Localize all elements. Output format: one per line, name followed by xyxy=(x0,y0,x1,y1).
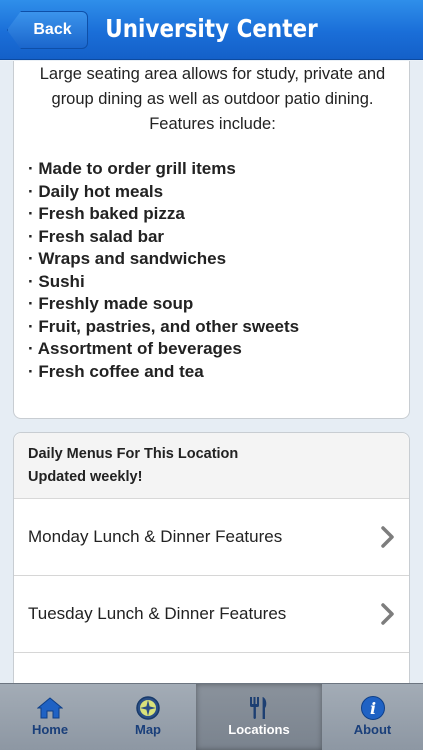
navigation-bar: Back University Center xyxy=(0,0,423,60)
svg-text:i: i xyxy=(369,699,375,718)
tab-map[interactable]: Map xyxy=(100,684,196,750)
feature-item: · Fruit, pastries, and other sweets xyxy=(28,316,300,336)
feature-item: · Freshly made soup xyxy=(28,294,194,313)
feature-item: · Made to order grill items xyxy=(28,159,236,178)
daily-menus-subtitle: Updated weekly! xyxy=(28,469,143,485)
daily-menus-card: Daily Menus For This Location Updated we… xyxy=(13,432,410,683)
tab-label: Map xyxy=(135,722,161,737)
tab-label: About xyxy=(353,722,392,737)
feature-item: · Fresh salad bar xyxy=(28,226,165,246)
scroll-content[interactable]: Large seating area allows for study, pri… xyxy=(0,61,423,683)
info-icon: i xyxy=(360,696,386,720)
daily-menus-header: Daily Menus For This Location Updated we… xyxy=(14,433,409,499)
feature-item: · Wraps and sandwiches xyxy=(28,249,227,268)
tab-label: Locations xyxy=(228,722,290,737)
menu-row-partial[interactable] xyxy=(14,653,409,683)
tab-locations[interactable]: Locations xyxy=(196,684,322,750)
menu-row-label: Monday Lunch & Dinner Features xyxy=(28,527,283,546)
home-icon xyxy=(37,696,63,720)
tab-home[interactable]: Home xyxy=(0,684,100,750)
tab-bar: Home Map Locations i About xyxy=(0,683,423,750)
feature-item: · Assortment of beverages xyxy=(28,339,242,358)
page-title: University Center xyxy=(105,14,318,43)
chevron-right-icon xyxy=(381,603,395,625)
intro-line: Large seating area allows for study, pri… xyxy=(39,65,386,83)
chevron-right-icon xyxy=(381,526,395,548)
fork-knife-icon xyxy=(246,696,272,720)
menu-row-monday[interactable]: Monday Lunch & Dinner Features xyxy=(14,499,409,576)
compass-icon xyxy=(135,696,161,720)
intro-line: Features include: xyxy=(149,115,276,133)
tab-label: Home xyxy=(31,722,69,737)
features-list: · Made to order grill items · Daily hot … xyxy=(28,158,408,383)
feature-item: · Fresh coffee and tea xyxy=(28,361,204,381)
daily-menus-title: Daily Menus For This Location xyxy=(28,446,239,462)
menu-row-label: Tuesday Lunch & Dinner Features xyxy=(28,604,287,623)
feature-item: · Daily hot meals xyxy=(28,181,164,201)
feature-item: · Fresh baked pizza xyxy=(28,204,185,223)
intro-line: group dining as well as outdoor patio di… xyxy=(51,90,374,108)
menu-row-tuesday[interactable]: Tuesday Lunch & Dinner Features xyxy=(14,576,409,653)
feature-item: · Sushi xyxy=(28,271,85,291)
description-card: Large seating area allows for study, pri… xyxy=(13,61,410,419)
intro-text: Large seating area allows for study, pri… xyxy=(14,62,411,137)
tab-about[interactable]: i About xyxy=(322,684,423,750)
